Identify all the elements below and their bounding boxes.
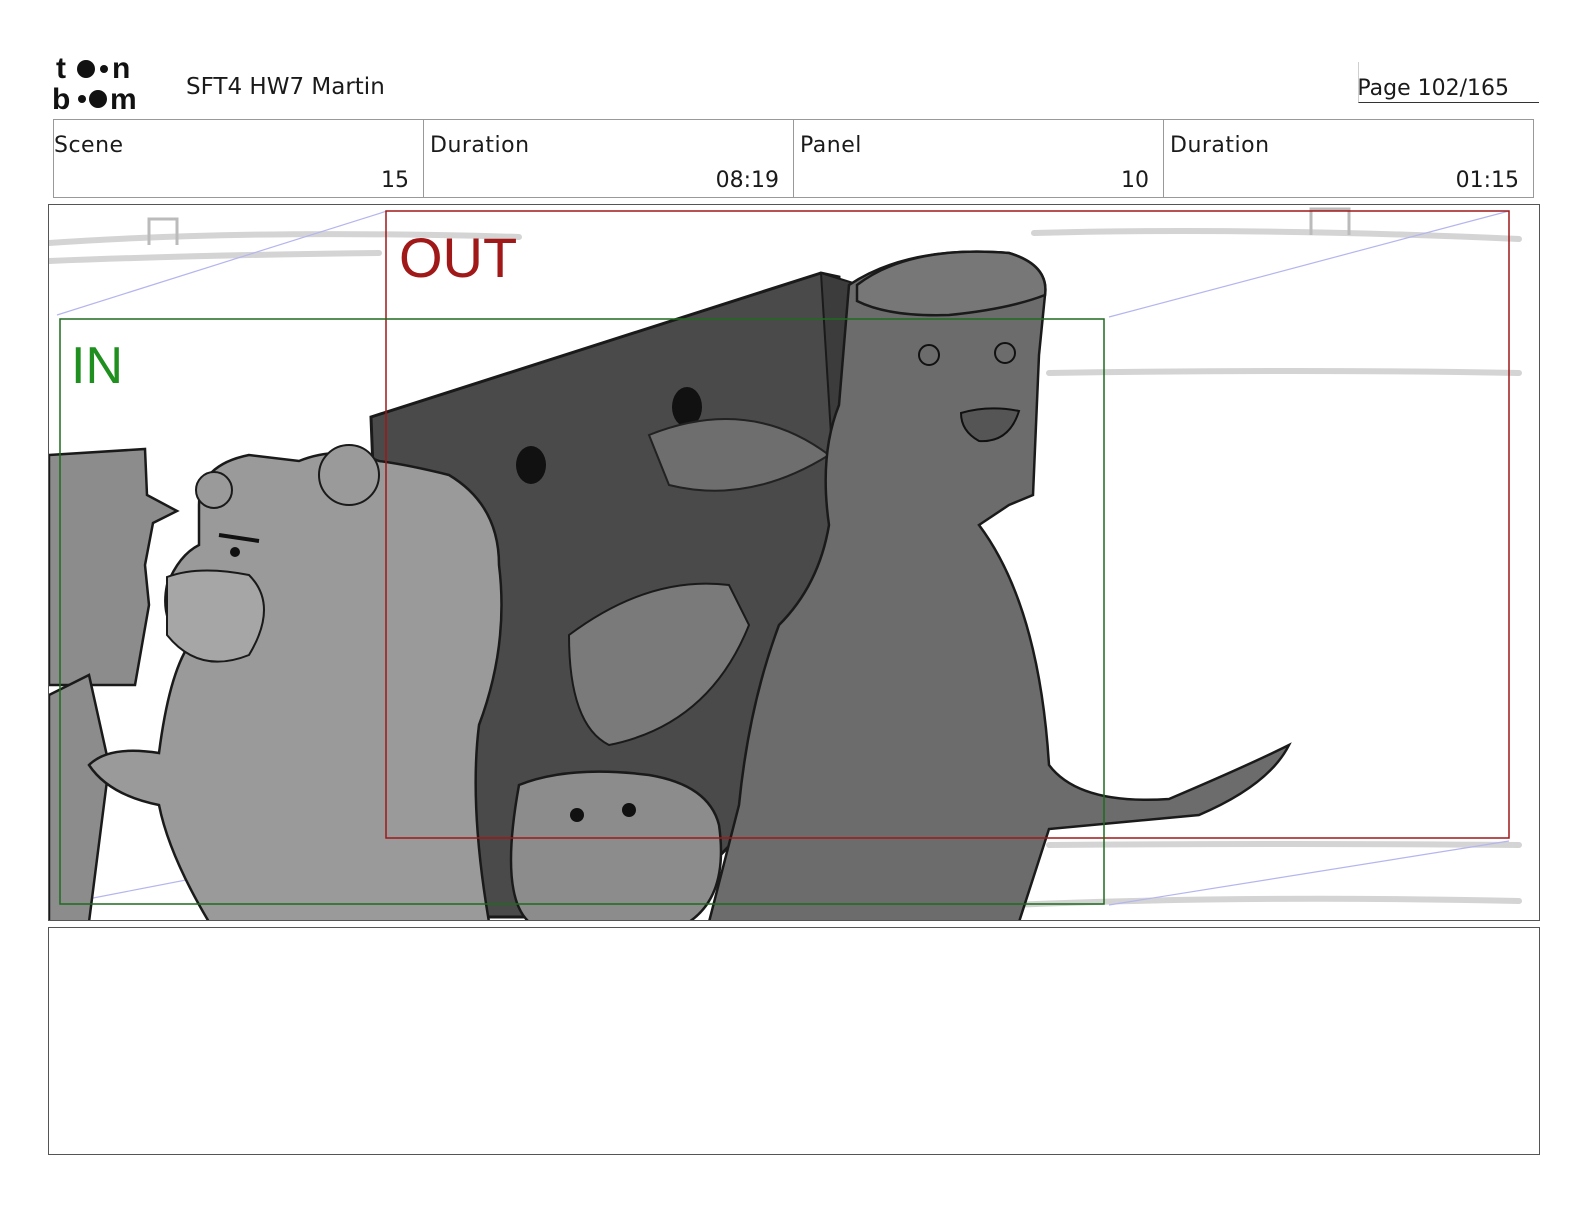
svg-text:b: b <box>52 83 70 112</box>
page-number-box: Page 102/165 <box>1357 62 1539 103</box>
storyboard-sketch: OUT IN <box>49 207 1522 920</box>
page-number: Page 102/165 <box>1357 76 1509 101</box>
panel-notes-area <box>48 927 1540 1155</box>
project-title: SFT4 HW7 Martin <box>186 74 385 100</box>
svg-text:t: t <box>56 52 66 85</box>
panel-value: 10 <box>1121 168 1149 193</box>
panel-info-table: Scene 15 Duration 08:19 Panel 10 Duratio… <box>53 119 1534 198</box>
panel-cell: Panel 10 <box>794 120 1164 197</box>
in-frame-label: IN <box>71 337 123 395</box>
storyboard-panel: OUT IN <box>48 204 1540 921</box>
scene-label: Scene <box>54 133 124 158</box>
scene-cell: Scene 15 <box>54 120 424 197</box>
out-frame-label: OUT <box>399 226 517 289</box>
svg-text:m: m <box>110 83 137 112</box>
panel-duration-value: 01:15 <box>1455 168 1519 193</box>
scene-value: 15 <box>381 168 409 193</box>
scene-duration-cell: Duration 08:19 <box>424 120 794 197</box>
svg-text:n: n <box>112 52 130 85</box>
toonboom-logo: toon t n b m <box>52 52 137 112</box>
scene-duration-value: 08:19 <box>715 168 779 193</box>
scene-duration-label: Duration <box>430 133 530 158</box>
panel-duration-cell: Duration 01:15 <box>1164 120 1533 197</box>
panel-duration-label: Duration <box>1170 133 1270 158</box>
panel-label: Panel <box>800 133 862 158</box>
